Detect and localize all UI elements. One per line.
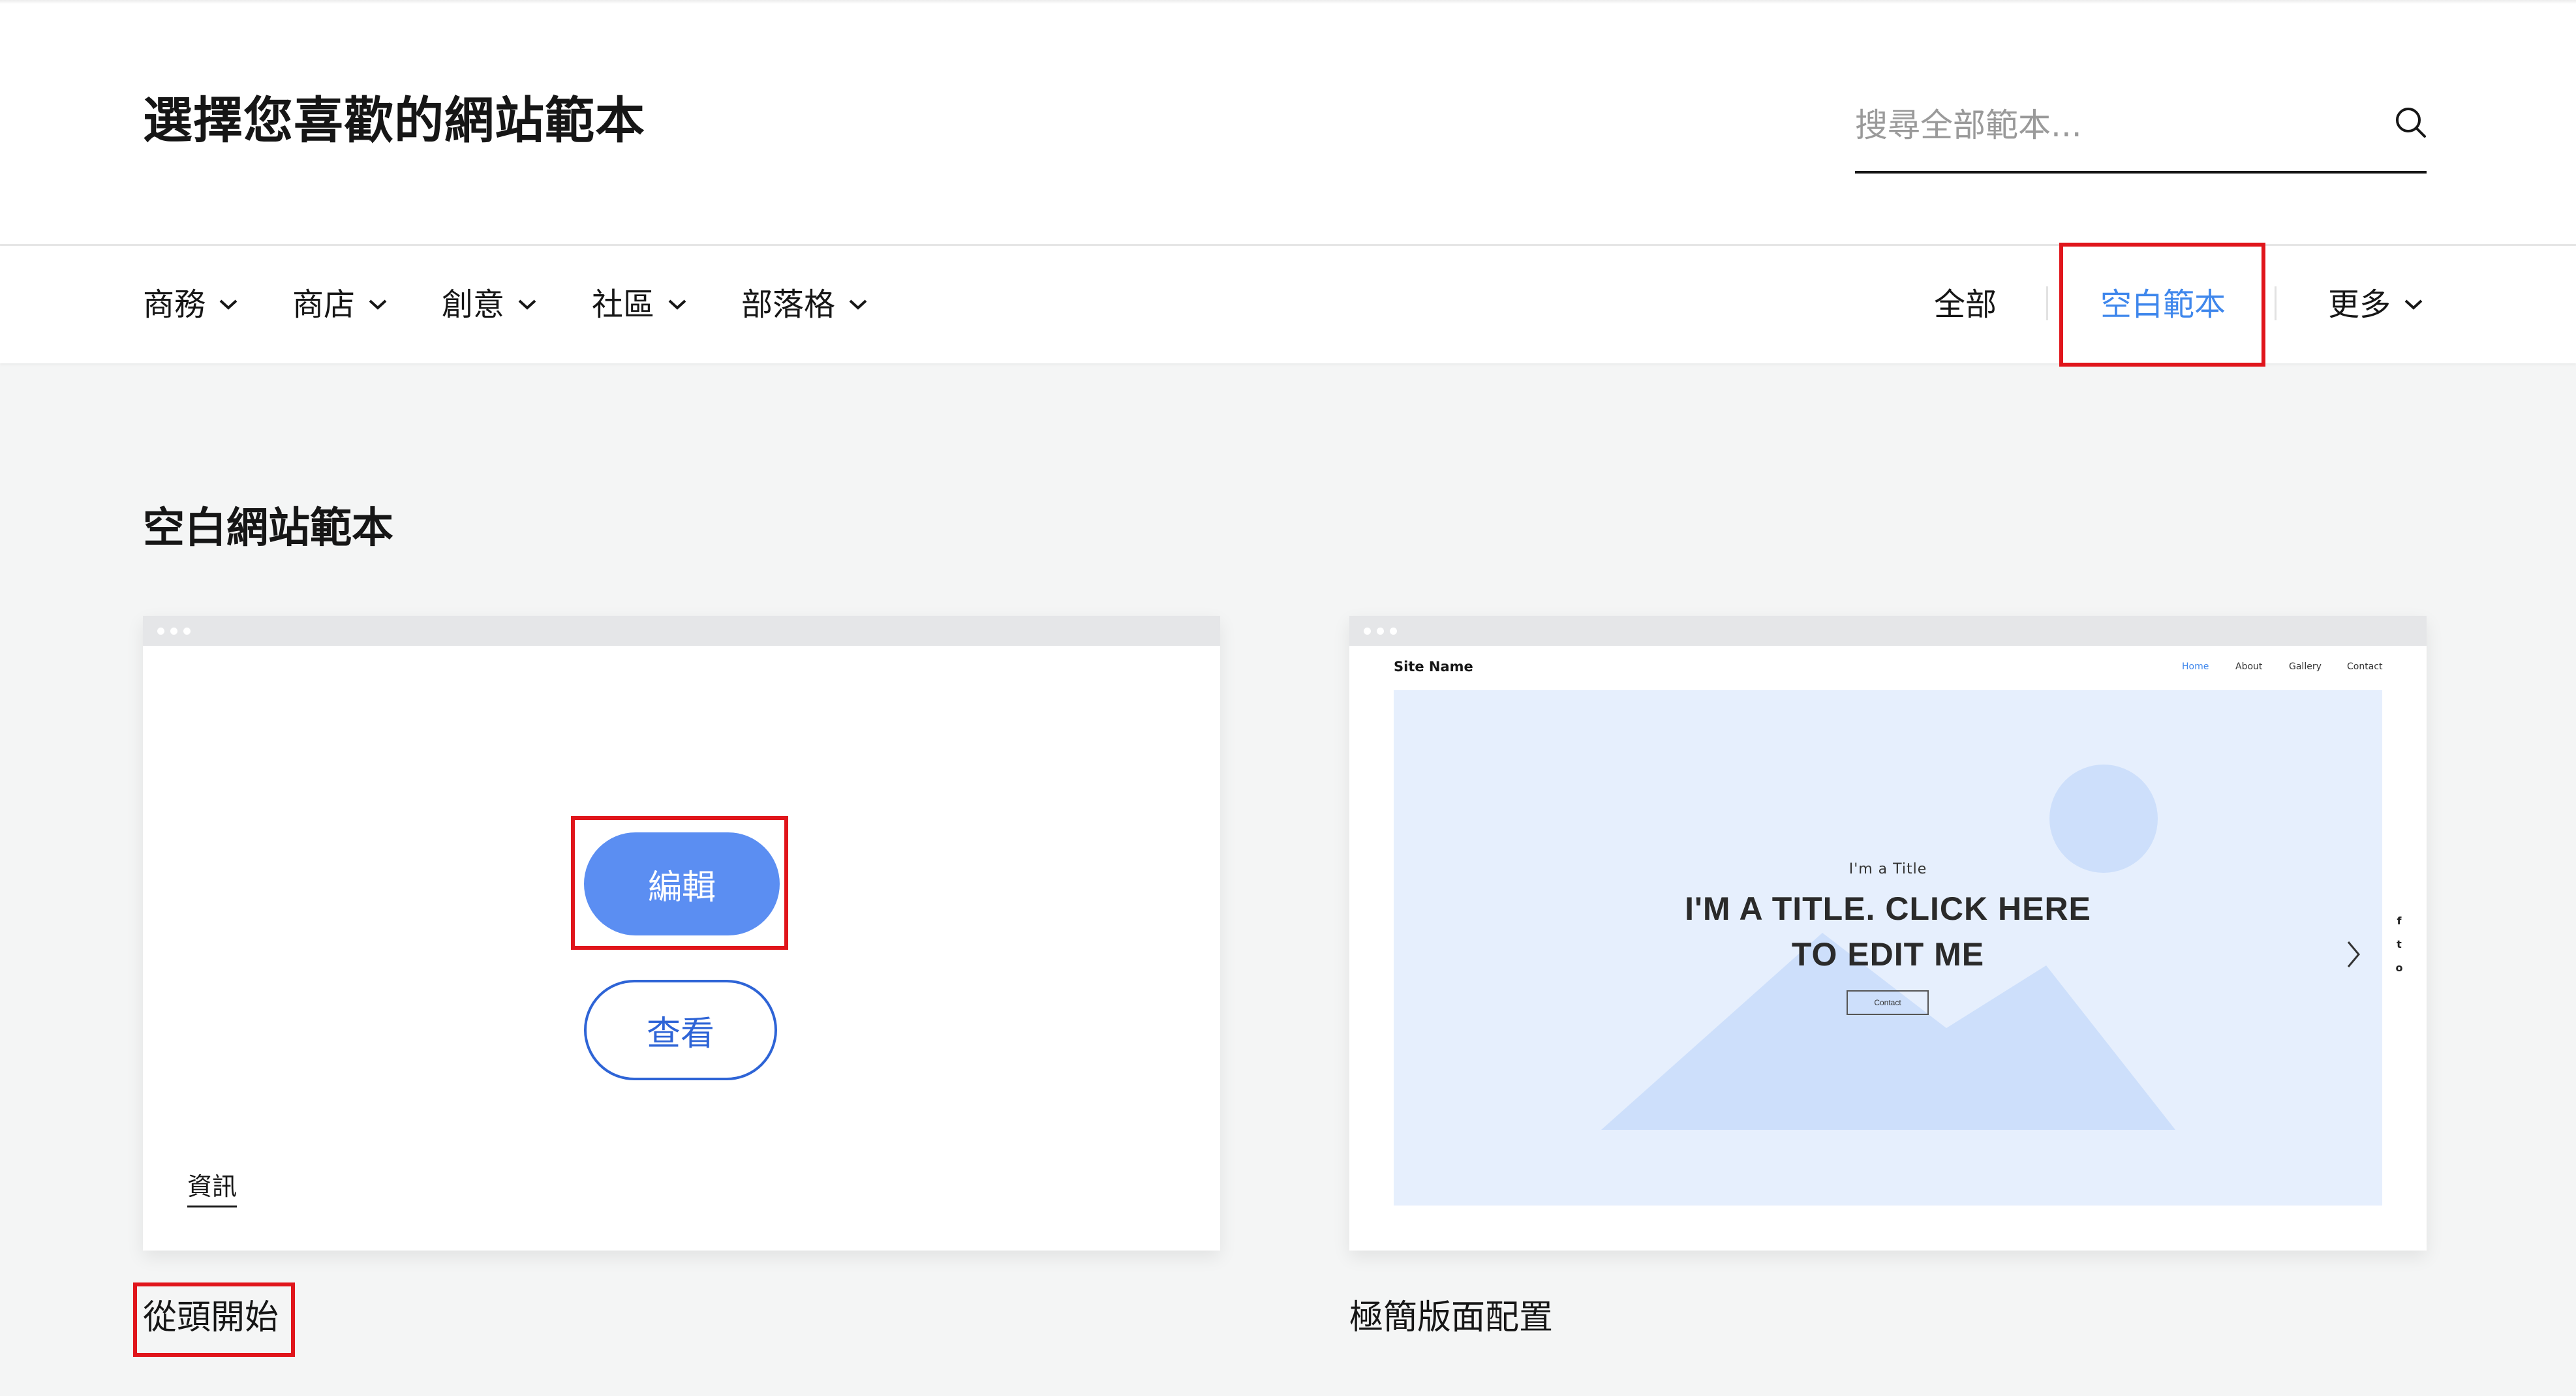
page-title: 選擇您喜歡的網站範本: [143, 91, 645, 149]
search-input[interactable]: [1855, 98, 2338, 153]
preview-title-line: TO EDIT ME: [1791, 936, 1985, 973]
browser-dot: [170, 628, 177, 635]
top-shadow: [0, 0, 2576, 4]
nav-item-label: 商店: [292, 286, 356, 323]
nav-item-label: 更多: [2328, 286, 2391, 323]
highlight-box: [2059, 243, 2265, 367]
nav-divider: [2275, 286, 2277, 320]
view-button[interactable]: 查看: [584, 980, 777, 1080]
highlight-box: [571, 816, 788, 950]
preview-site-name: Site Name: [1394, 659, 1473, 675]
browser-bar: [143, 616, 1220, 646]
section-title: 空白網站範本: [143, 504, 393, 553]
chevron-down-icon: [518, 299, 536, 310]
search-bar[interactable]: [1855, 98, 2427, 174]
highlight-box: [133, 1282, 295, 1357]
preview-hero: I'm a Title I'M A TITLE. CLICK HERE TO E…: [1394, 690, 2382, 1206]
chevron-down-icon: [369, 299, 387, 310]
nav-item-more[interactable]: 更多: [2328, 284, 2423, 326]
nav-item-label: 創意: [442, 286, 505, 323]
nav-item-label: 部落格: [741, 286, 836, 323]
facebook-icon: f: [2397, 915, 2402, 927]
preview-kicker: I'm a Title: [1848, 861, 1927, 877]
page-header: 選擇您喜歡的網站範本: [0, 0, 2576, 245]
nav-item-label: 社區: [592, 286, 655, 323]
preview-menu-item: About: [2235, 661, 2263, 672]
template-name: 極簡版面配置: [1349, 1298, 1554, 1337]
chevron-right-icon[interactable]: [2343, 938, 2363, 971]
chevron-down-icon: [668, 299, 686, 310]
preview-contact-button: Contact: [1847, 990, 1929, 1015]
nav-item-creative[interactable]: 創意: [442, 284, 537, 326]
preview-menu-item: Contact: [2347, 661, 2383, 672]
nav-divider: [2046, 286, 2048, 320]
nav-item-community[interactable]: 社區: [592, 284, 687, 326]
nav-item-blog[interactable]: 部落格: [741, 284, 868, 326]
preview-title: I'M A TITLE. CLICK HERE TO EDIT ME: [1394, 886, 2382, 977]
nav-item-business[interactable]: 商務: [143, 284, 238, 326]
preview-title-line: I'M A TITLE. CLICK HERE: [1685, 890, 2091, 927]
browser-dot: [1364, 628, 1371, 635]
chevron-down-icon: [849, 299, 867, 310]
search-icon[interactable]: [2394, 106, 2428, 140]
preview-menu-item: Gallery: [2289, 661, 2322, 672]
info-link[interactable]: 資訊: [187, 1170, 238, 1207]
nav-item-label: 商務: [143, 286, 206, 323]
nav-item-store[interactable]: 商店: [292, 284, 388, 326]
preview-menu-item: Home: [2182, 661, 2209, 672]
nav-item-all[interactable]: 全部: [1934, 284, 1997, 326]
instagram-icon: o: [2395, 962, 2403, 974]
chevron-down-icon: [2404, 299, 2423, 310]
browser-bar: [1349, 616, 2427, 646]
browser-dot: [1390, 628, 1397, 635]
browser-dot: [183, 628, 191, 635]
browser-dot: [157, 628, 164, 635]
nav-item-label: 全部: [1934, 286, 1997, 323]
twitter-icon: t: [2397, 938, 2402, 950]
browser-dot: [1377, 628, 1384, 635]
template-card-minimal[interactable]: Site Name Home About Gallery Contact I'm…: [1349, 616, 2427, 1251]
chevron-down-icon: [219, 299, 238, 310]
